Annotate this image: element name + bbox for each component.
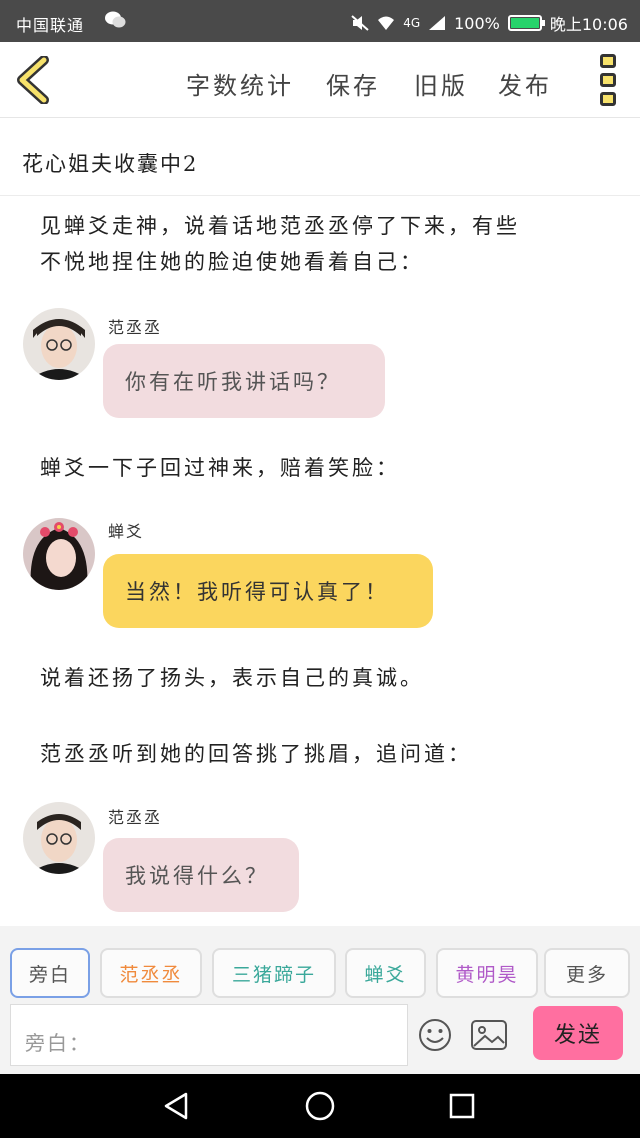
network-type: 4G	[403, 16, 421, 30]
publish-button[interactable]: 发布	[498, 66, 552, 101]
old-version-button[interactable]: 旧版	[414, 66, 468, 101]
avatar-fan-chengcheng[interactable]	[23, 308, 95, 380]
wechat-icon	[105, 11, 126, 28]
clock: 晚上10:06	[549, 15, 628, 34]
composer-panel: 旁白 范丞丞 三猪蹄子 蝉爻 黄明昊 更多 旁白： 发送	[0, 926, 640, 1074]
story-content[interactable]: 见蝉爻走神，说着话地范丞丞停了下来，有些 不悦地捏住她的脸迫使她看着自己： 范丞…	[0, 196, 640, 926]
image-icon[interactable]	[470, 1018, 508, 1052]
send-button[interactable]: 发送	[533, 1006, 623, 1060]
narration-line: 见蝉爻走神，说着话地范丞丞停了下来，有些	[40, 214, 520, 238]
chat-bubble[interactable]: 当然！我听得可认真了！	[103, 554, 433, 628]
message-input[interactable]: 旁白：	[10, 1004, 408, 1066]
story-title-bar[interactable]: 花心姐夫收囊中2	[0, 118, 640, 196]
editor-header: 字数统计 保存 旧版 发布	[0, 42, 640, 118]
status-bar: 中国联通 4G 100% 晚上10:06	[0, 0, 640, 42]
back-chevron-icon[interactable]	[14, 56, 54, 104]
role-chip-huang-minghao[interactable]: 黄明昊	[436, 948, 538, 998]
chat-bubble[interactable]: 我说得什么？	[103, 838, 299, 912]
narration-line: 不悦地捏住她的脸迫使她看着自己：	[40, 250, 424, 274]
nav-back-icon[interactable]	[160, 1090, 192, 1122]
role-chip-san-zhu-tizi[interactable]: 三猪蹄子	[212, 948, 336, 998]
narration-paragraph: 见蝉爻走神，说着话地范丞丞停了下来，有些 不悦地捏住她的脸迫使她看着自己：	[40, 208, 520, 280]
speaker-name: 范丞丞	[108, 808, 163, 827]
carrier-label: 中国联通	[16, 16, 85, 35]
role-chip-fan-chengcheng[interactable]: 范丞丞	[100, 948, 202, 998]
word-count-button[interactable]: 字数统计	[186, 66, 294, 101]
wifi-icon	[378, 16, 395, 30]
emoji-icon[interactable]	[418, 1018, 452, 1052]
narration-paragraph: 说着还扬了扬头，表示自己的真诚。	[40, 666, 424, 690]
role-chip-narrator[interactable]: 旁白	[10, 948, 90, 998]
battery-icon	[507, 15, 545, 31]
speaker-name: 蝉爻	[108, 522, 145, 541]
signal-icon	[429, 16, 446, 30]
mute-icon	[351, 15, 369, 31]
avatar-chan-yao[interactable]	[23, 518, 95, 590]
role-chip-more[interactable]: 更多	[544, 948, 630, 998]
battery-percent: 100%	[454, 13, 500, 33]
role-chip-chan-yao[interactable]: 蝉爻	[345, 948, 426, 998]
avatar-fan-chengcheng[interactable]	[23, 802, 95, 874]
chat-bubble[interactable]: 你有在听我讲话吗？	[103, 344, 385, 418]
more-menu-icon[interactable]	[600, 54, 618, 106]
save-button[interactable]: 保存	[326, 66, 380, 101]
story-title[interactable]: 花心姐夫收囊中2	[22, 148, 198, 178]
nav-home-icon[interactable]	[304, 1090, 336, 1122]
narration-paragraph: 蝉爻一下子回过神来，赔着笑脸：	[40, 456, 400, 480]
narration-paragraph: 范丞丞听到她的回答挑了挑眉，追问道：	[40, 742, 472, 766]
speaker-name: 范丞丞	[108, 318, 163, 337]
system-nav-bar	[0, 1074, 640, 1138]
nav-recents-icon[interactable]	[446, 1090, 478, 1122]
